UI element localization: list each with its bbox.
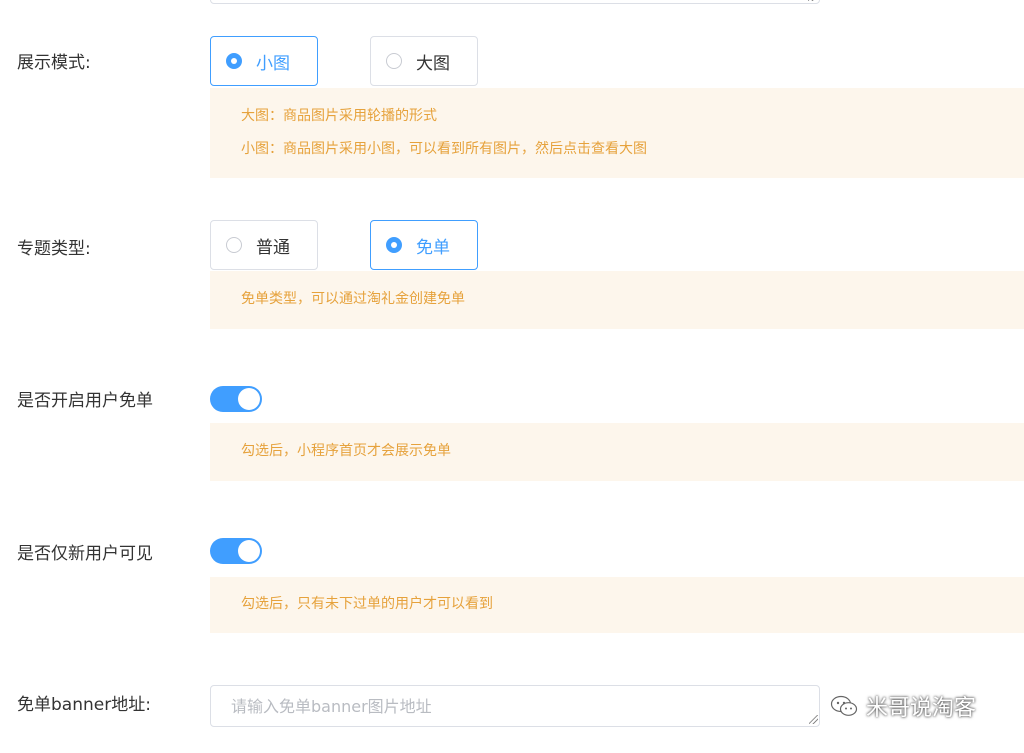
banner-url-input[interactable] xyxy=(210,685,820,727)
tip-line: 免单类型，可以通过淘礼金创建免单 xyxy=(241,291,465,307)
new-user-only-label: 是否仅新用户可见 xyxy=(17,544,153,564)
watermark-text: 米哥说淘客 xyxy=(866,696,977,721)
tip-line-large: 大图：商品图片采用轮播的形式 xyxy=(241,108,437,124)
tip-line: 勾选后，只有未下过单的用户才可以看到 xyxy=(241,596,493,612)
topic-type-label: 专题类型: xyxy=(17,239,91,259)
switch-knob xyxy=(238,388,260,410)
enable-free-order-switch[interactable] xyxy=(210,386,262,412)
resize-grip-icon[interactable] xyxy=(809,715,818,724)
enable-free-order-tip: 勾选后，小程序首页才会展示免单 xyxy=(210,423,1024,481)
display-mode-option-small[interactable]: 小图 xyxy=(210,36,318,86)
display-mode-label: 展示模式: xyxy=(17,53,91,73)
topic-type-tip: 免单类型，可以通过淘礼金创建免单 xyxy=(210,271,1024,329)
radio-unchecked-icon[interactable] xyxy=(386,53,402,69)
display-mode-option-large[interactable]: 大图 xyxy=(370,36,478,86)
radio-checked-icon[interactable] xyxy=(226,53,242,69)
wechat-icon xyxy=(830,695,858,716)
radio-option-label: 免单 xyxy=(416,237,450,258)
topic-type-option-normal[interactable]: 普通 xyxy=(210,220,318,270)
enable-free-order-label: 是否开启用户免单 xyxy=(17,391,153,411)
radio-checked-icon[interactable] xyxy=(386,237,402,253)
new-user-only-switch[interactable] xyxy=(210,538,262,564)
watermark: 米哥说淘客 xyxy=(830,690,976,722)
radio-option-label: 大图 xyxy=(416,53,450,74)
new-user-only-tip: 勾选后，只有未下过单的用户才可以看到 xyxy=(210,577,1024,633)
display-mode-tip: 大图：商品图片采用轮播的形式 小图：商品图片采用小图，可以看到所有图片，然后点击… xyxy=(210,88,1024,178)
resize-grip-icon[interactable] xyxy=(808,0,817,1)
tip-line-small: 小图：商品图片采用小图，可以看到所有图片，然后点击查看大图 xyxy=(241,141,647,157)
radio-option-label: 小图 xyxy=(256,53,290,74)
switch-knob xyxy=(238,540,260,562)
tip-line: 勾选后，小程序首页才会展示免单 xyxy=(241,443,451,459)
topic-type-option-free[interactable]: 免单 xyxy=(370,220,478,270)
banner-url-label: 免单banner地址: xyxy=(17,695,151,715)
radio-unchecked-icon[interactable] xyxy=(226,237,242,253)
radio-option-label: 普通 xyxy=(256,237,290,258)
form-page: 展示模式: 小图 大图 大图：商品图片采用轮播的形式 小图：商品图片采用小图，可… xyxy=(0,0,1024,753)
previous-textarea[interactable] xyxy=(210,0,820,4)
